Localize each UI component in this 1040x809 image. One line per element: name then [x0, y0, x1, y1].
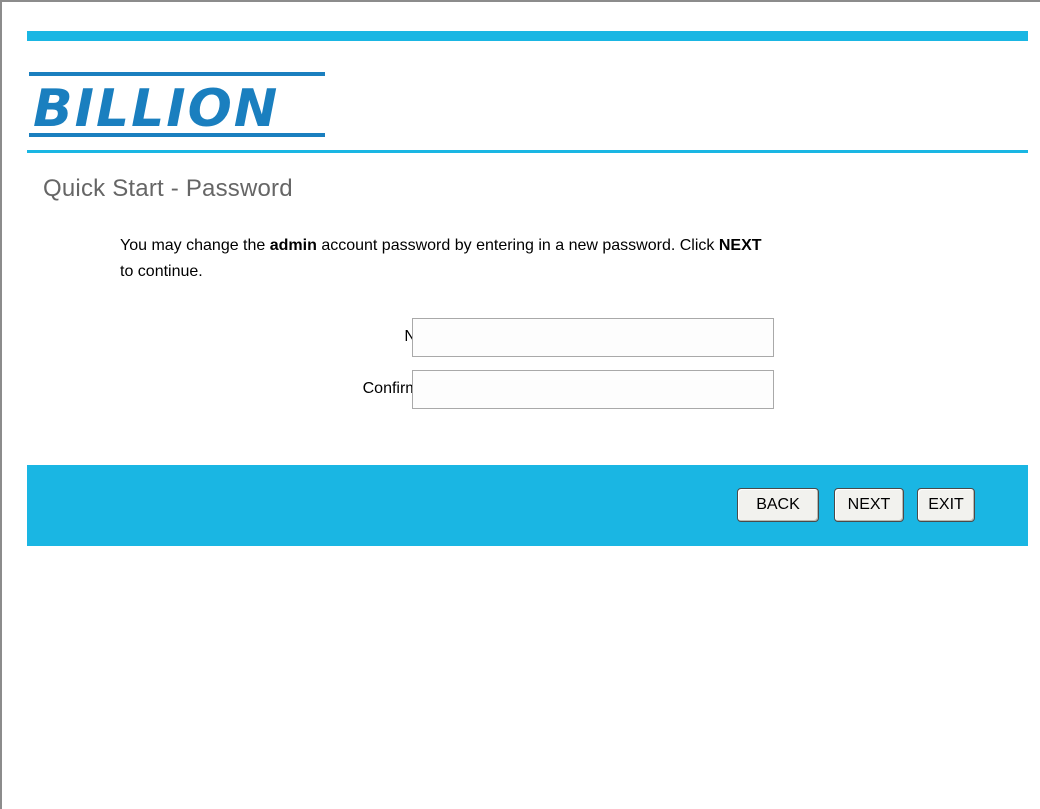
- new-password-field[interactable]: [412, 318, 774, 357]
- confirmed-password-field[interactable]: [412, 370, 774, 409]
- new-password-row: New Password :: [120, 318, 780, 358]
- intro-part2: account password by entering in a new pa…: [316, 237, 719, 254]
- header-rule: [27, 150, 1028, 153]
- intro-part3: to continue.: [120, 263, 203, 280]
- logo-text: BILLION: [33, 79, 279, 139]
- header-top-bar: [27, 31, 1028, 41]
- confirmed-password-row: Confirmed Password :: [120, 370, 780, 410]
- page-title: Quick Start - Password: [43, 175, 293, 202]
- back-button[interactable]: BACK: [737, 488, 819, 522]
- intro-text: You may change the admin account passwor…: [120, 233, 1020, 285]
- next-button[interactable]: NEXT: [834, 488, 904, 522]
- exit-button[interactable]: EXIT: [917, 488, 975, 522]
- footer-button-bar: BACK NEXT EXIT: [27, 465, 1028, 546]
- billion-logo: BILLION: [27, 70, 328, 142]
- intro-part1: You may change the: [120, 237, 270, 254]
- intro-bold-next: NEXT: [718, 237, 762, 254]
- intro-bold-admin: admin: [269, 237, 317, 254]
